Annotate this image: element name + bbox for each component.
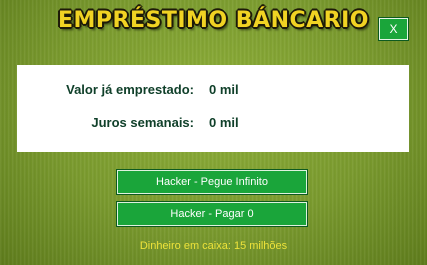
take-infinite-button[interactable]: Hacker - Pegue Infinito [116,169,308,195]
interest-label: Juros semanais: [91,115,194,130]
interest-row: Juros semanais: 0 mil [17,115,409,135]
window-title: EMPRÉSTIMO BÁNCARIO [57,8,369,33]
interest-value: 0 mil [209,115,239,130]
borrowed-label: Valor já emprestado: [66,82,194,97]
loan-info-panel: Valor já emprestado: 0 mil Juros semanai… [17,65,409,152]
borrowed-row: Valor já emprestado: 0 mil [17,82,409,102]
cash-balance-text: Dinheiro em caixa: 15 milhões [139,240,288,252]
close-icon: X [389,22,398,36]
borrowed-value: 0 mil [209,82,239,97]
pay-zero-button[interactable]: Hacker - Pagar 0 [116,201,308,227]
close-button[interactable]: X [378,17,409,41]
